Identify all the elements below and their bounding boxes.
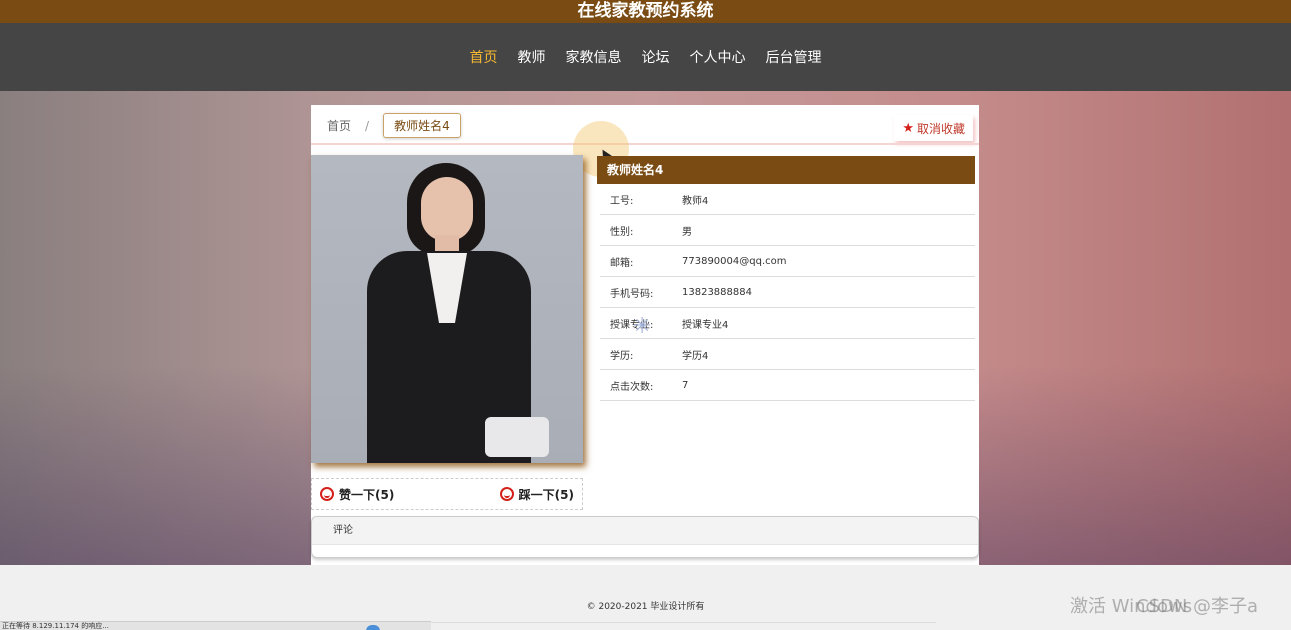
breadcrumb-divider: [311, 143, 979, 145]
loading-spinner-icon: ✳: [633, 314, 652, 339]
teacher-info-panel: 教师姓名4 工号: 教师4 性别: 男 邮箱: 773890004@qq.com…: [597, 156, 975, 401]
nav-item-admin[interactable]: 后台管理: [766, 47, 822, 67]
info-row-phone: 手机号码: 13823888884: [600, 277, 975, 308]
info-row-major: 授课专业: 授课专业4: [600, 308, 975, 339]
site-title: 在线家教预约系统: [0, 0, 1291, 23]
frown-icon: [499, 487, 514, 501]
csdn-watermark: CSDN @李子a: [1136, 596, 1259, 617]
info-label: 点击次数:: [610, 381, 654, 393]
info-label: 工号:: [610, 195, 634, 207]
info-value: 授课专业4: [682, 319, 729, 331]
info-label: 手机号码:: [610, 288, 654, 300]
info-value: 男: [682, 226, 692, 238]
info-value: 7: [682, 379, 689, 391]
info-label: 学历:: [610, 350, 634, 362]
info-row-email: 邮箱: 773890004@qq.com: [600, 246, 975, 277]
dislike-button[interactable]: 踩一下(5): [499, 486, 574, 503]
nav-item-tutor-info[interactable]: 家教信息: [566, 47, 622, 67]
nav-item-home[interactable]: 首页: [470, 47, 498, 67]
breadcrumb-current: 教师姓名4: [383, 113, 461, 138]
main-nav: 首页 教师 家教信息 论坛 个人中心 后台管理: [0, 23, 1291, 91]
smile-icon: [320, 487, 334, 501]
tab-comments[interactable]: 评论: [312, 517, 978, 545]
nav-item-teacher[interactable]: 教师: [518, 47, 546, 67]
info-row-education: 学历: 学历4: [600, 339, 975, 370]
info-value: 教师4: [682, 195, 709, 207]
breadcrumb-separator: /: [365, 118, 370, 133]
info-row-gender: 性别: 男: [600, 215, 975, 246]
breadcrumb-home[interactable]: 首页: [327, 117, 351, 134]
dislike-label: 踩一下(5): [518, 487, 574, 502]
teacher-photo: [311, 155, 583, 463]
info-row-click-count: 点击次数: 7: [600, 370, 975, 401]
comment-section: 评论: [311, 516, 979, 558]
vote-row: 赞一下(5) 踩一下(5): [311, 478, 583, 510]
nav-item-personal-center[interactable]: 个人中心: [690, 47, 746, 67]
nav-item-forum[interactable]: 论坛: [642, 47, 670, 67]
unfavorite-label: 取消收藏: [916, 121, 965, 136]
info-row-employee-id: 工号: 教师4: [600, 184, 975, 215]
info-value: 13823888884: [682, 286, 752, 298]
star-icon: ★: [902, 120, 914, 136]
detail-card: 首页 / 教师姓名4 ★ 取消收藏 赞一下(5) 踩一下(5) 教师姓名4 工号…: [311, 105, 979, 565]
status-indicator-icon: [366, 625, 380, 630]
info-value: 学历4: [682, 350, 709, 362]
like-label: 赞一下(5): [339, 487, 395, 502]
info-label: 邮箱:: [610, 257, 634, 269]
info-label: 性别:: [610, 226, 634, 238]
like-button[interactable]: 赞一下(5): [320, 486, 394, 503]
info-value: 773890004@qq.com: [682, 255, 787, 267]
unfavorite-button[interactable]: ★ 取消收藏: [894, 115, 973, 141]
breadcrumb: 首页 / 教师姓名4: [327, 113, 461, 138]
teacher-name-header: 教师姓名4: [597, 156, 975, 184]
